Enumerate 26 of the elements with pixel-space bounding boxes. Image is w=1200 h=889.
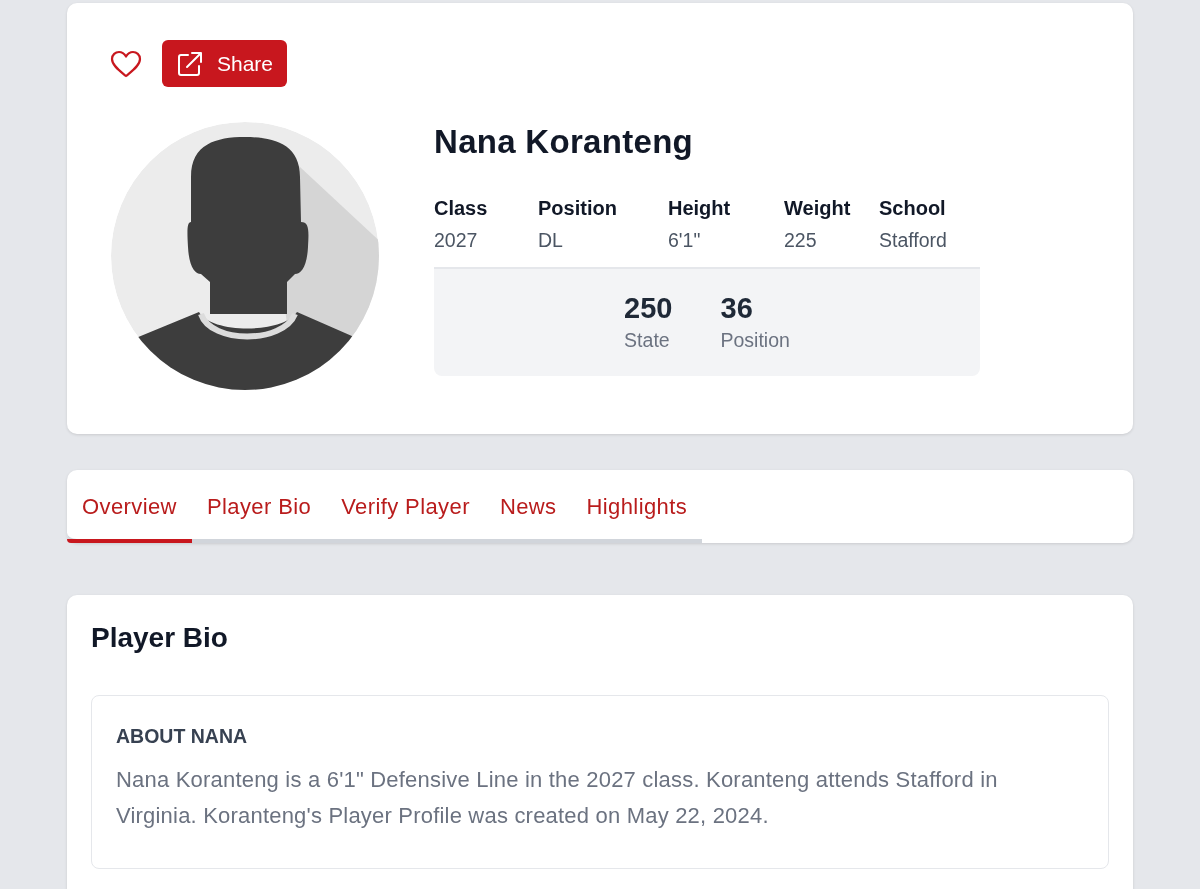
stat-value: 225	[784, 228, 818, 252]
tab[interactable]: Overview	[67, 470, 192, 543]
tab[interactable]: Verify Player	[326, 470, 485, 543]
stat-label: School	[879, 196, 947, 220]
section-title: Player Bio	[91, 621, 229, 655]
stat-label: Weight	[784, 196, 852, 220]
stat-value: 6'1"	[668, 228, 702, 252]
rank-label: Position	[720, 328, 790, 353]
external-link-icon	[177, 50, 203, 77]
stat-value: Stafford	[879, 228, 948, 252]
tab[interactable]: Player Bio	[191, 470, 327, 543]
rank-label: State	[624, 328, 671, 353]
stat-label: Position	[538, 196, 618, 220]
bio-paragraph: Nana Koranteng is a 6'1" Defensive Line in the 2027 class. Koranteng attends Stafford in Virginia. Koranteng's Player Profile was created on May 22, 2024.	[116, 766, 999, 830]
heart-icon[interactable]	[110, 49, 142, 78]
stat-label: Height	[668, 196, 732, 220]
stat-label: Class	[434, 196, 489, 220]
rank-value: 36	[720, 291, 754, 325]
stat-value: DL	[538, 228, 564, 252]
tab[interactable]: News	[484, 470, 572, 543]
player-name: Nana Koranteng	[434, 122, 695, 162]
rank-value: 250	[624, 291, 673, 325]
tab[interactable]: Highlights	[571, 470, 703, 543]
share-button[interactable]: Share	[162, 40, 288, 87]
stat-value: 2027	[434, 228, 479, 252]
about-heading: ABOUT NANA	[116, 724, 249, 749]
